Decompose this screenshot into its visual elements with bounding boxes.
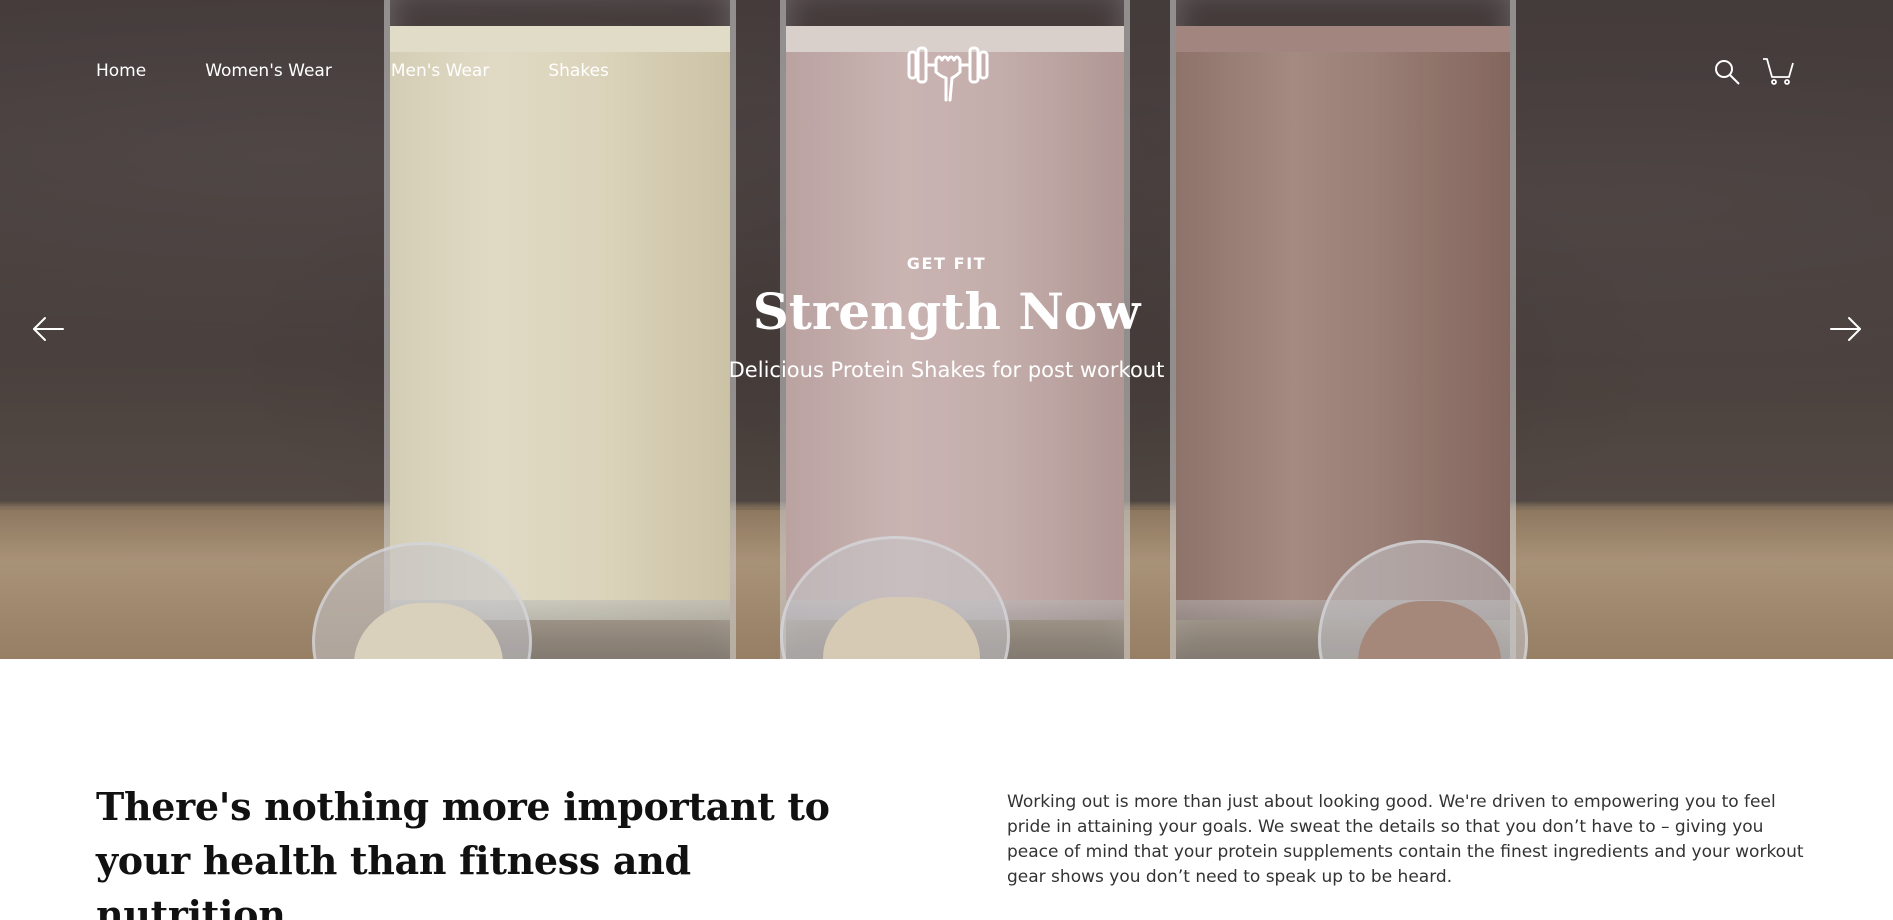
search-icon — [1715, 60, 1740, 85]
nav-item-home[interactable]: Home — [96, 59, 146, 83]
hero-eyebrow: GET FIT — [906, 254, 987, 273]
hero-banner: Home Women's Wear Men's Wear Shakes GET … — [0, 0, 1893, 659]
intro-heading: There's nothing more important to your h… — [96, 784, 830, 920]
nav-item-shakes[interactable]: Shakes — [548, 59, 609, 83]
nav-item-mens-wear[interactable]: Men's Wear — [391, 59, 490, 83]
nav-item-womens-wear[interactable]: Women's Wear — [205, 59, 332, 83]
flexed-arm-dumbbell-icon — [907, 46, 989, 102]
search-button[interactable] — [1711, 56, 1743, 88]
cart-icon — [1763, 58, 1794, 85]
hero-subhead: Delicious Protein Shakes for post workou… — [728, 358, 1165, 382]
intro-paragraph: Working out is more than just about look… — [1007, 792, 1804, 887]
main-nav: Home Women's Wear Men's Wear Shakes — [96, 59, 668, 83]
cart-button[interactable] — [1762, 55, 1794, 87]
site-logo[interactable] — [906, 38, 990, 102]
hero-headline: Strength Now — [752, 282, 1141, 341]
